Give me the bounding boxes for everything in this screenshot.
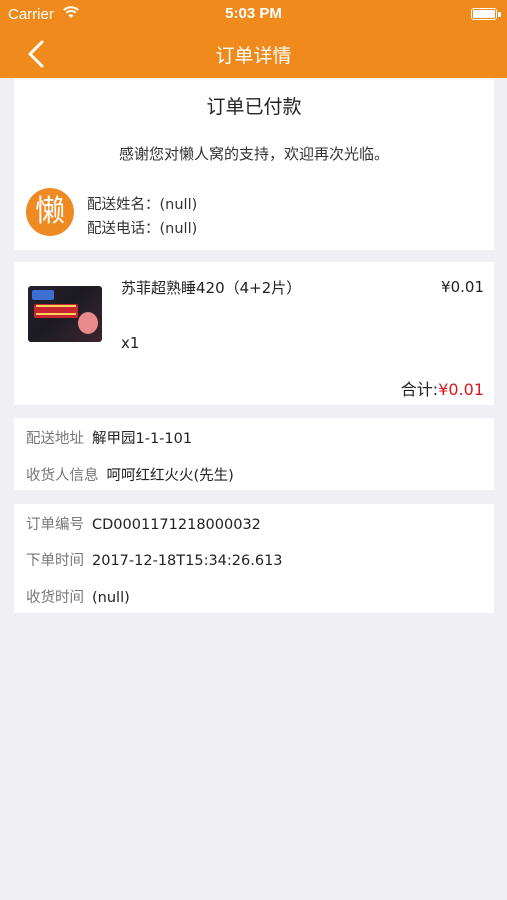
order-number-row: 订单编号 CD0001171218000032 [26, 513, 261, 534]
total-label: 合计: [400, 380, 439, 399]
order-total: 合计:¥0.01 [401, 376, 484, 400]
address-value: 解甲园1-1-101 [92, 431, 193, 447]
receive-time-row: 收货时间 (null) [26, 586, 130, 607]
total-amount: ¥0.01 [438, 380, 484, 399]
product-card[interactable]: 苏菲超熟睡420（4+2片） ¥0.01 x1 合计:¥0.01 [14, 262, 494, 405]
address-label: 配送地址 [26, 431, 84, 447]
store-logo: 懒 [26, 188, 74, 236]
order-time-value: 2017-12-18T15:34:26.613 [92, 553, 283, 569]
receiver-value: 呵呵红红火火(先生) [106, 468, 234, 484]
status-bar: Carrier 5:03 PM [0, 0, 507, 30]
order-time-row: 下单时间 2017-12-18T15:34:26.613 [26, 549, 283, 570]
delivery-name: 配送姓名：(null) [87, 197, 198, 213]
battery-icon [471, 8, 501, 20]
clock-time: 5:03 PM [225, 5, 282, 22]
receiver-label: 收货人信息 [26, 468, 99, 484]
page-title: 订单详情 [215, 45, 292, 67]
receive-time-label: 收货时间 [26, 590, 84, 606]
product-image [28, 286, 102, 342]
order-time-label: 下单时间 [26, 553, 84, 569]
product-quantity: x1 [121, 334, 140, 352]
receiver-row: 收货人信息 呵呵红红火火(先生) [26, 464, 234, 485]
navigation-bar: 订单详情 [0, 30, 507, 78]
thanks-message: 感谢您对懒人窝的支持，欢迎再次光临。 [118, 145, 389, 163]
product-name: 苏菲超熟睡420（4+2片） [121, 279, 302, 297]
order-number-value: CD0001171218000032 [92, 517, 261, 533]
delivery-phone: 配送电话：(null) [87, 221, 198, 237]
order-info-card: 订单编号 CD0001171218000032 下单时间 2017-12-18T15… [14, 504, 494, 613]
receive-time-value: (null) [92, 590, 130, 606]
order-status-title: 订单已付款 [206, 96, 302, 118]
address-row: 配送地址 解甲园1-1-101 [26, 427, 192, 448]
address-card: 配送地址 解甲园1-1-101 收货人信息 呵呵红红火火(先生) [14, 418, 494, 490]
order-number-label: 订单编号 [26, 517, 84, 533]
order-status-card: 订单已付款 感谢您对懒人窝的支持，欢迎再次光临。 懒 配送姓名：(null) 配… [14, 78, 494, 250]
product-price: ¥0.01 [441, 278, 484, 296]
